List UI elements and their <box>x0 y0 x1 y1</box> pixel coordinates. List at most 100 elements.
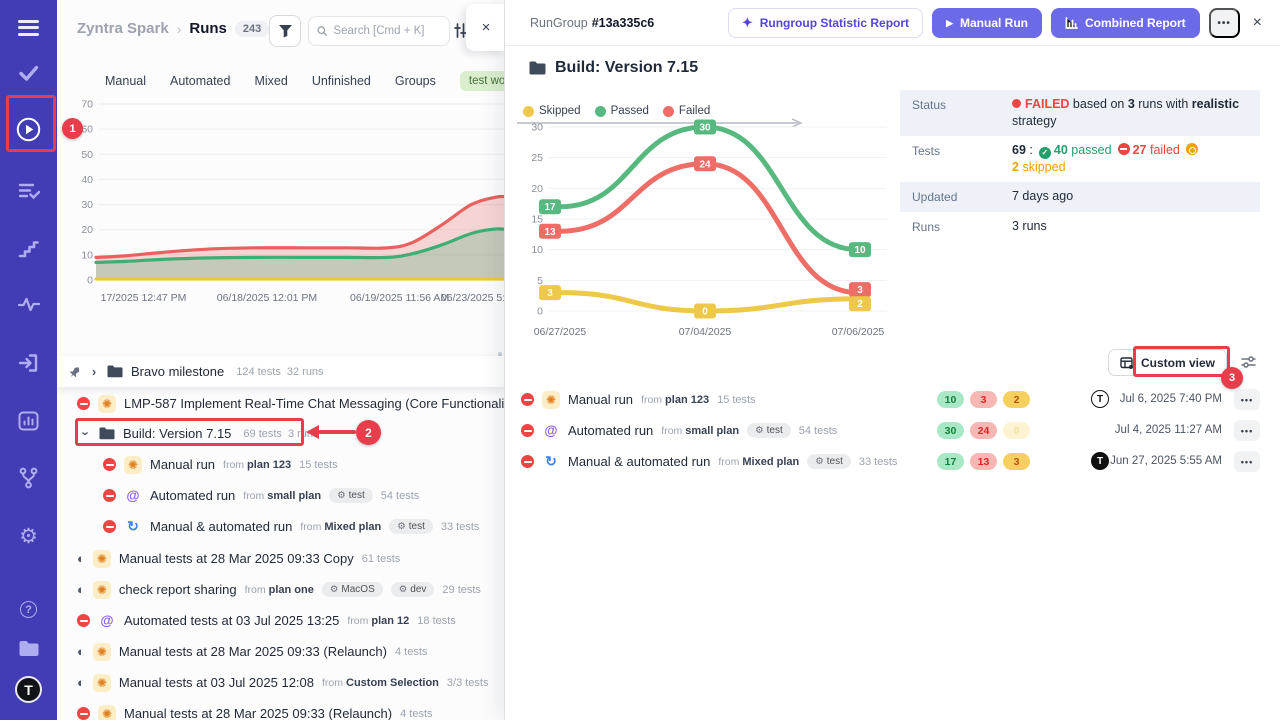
branch-icon[interactable] <box>0 467 57 489</box>
mixed-run-icon: ↻ <box>542 453 560 471</box>
close-panel-button[interactable]: × <box>466 4 505 51</box>
run-row[interactable]: ✺ Manual run fromplan 123 15 tests <box>57 452 505 477</box>
assignee-avatar[interactable]: T <box>1091 452 1109 470</box>
breadcrumb-page[interactable]: Runs <box>189 20 227 37</box>
run-name: check report sharing <box>119 582 237 597</box>
run-tests-count: 33 tests <box>859 456 898 468</box>
run-from: fromsmall plan <box>243 490 321 502</box>
run-from: fromplan 123 <box>223 459 291 471</box>
svg-text:25: 25 <box>531 152 543 164</box>
steps-icon[interactable] <box>0 239 57 258</box>
legend-item-passed[interactable]: Passed <box>595 105 649 117</box>
manual-run-icon: ✺ <box>124 456 142 474</box>
breadcrumb-separator: › <box>177 21 182 37</box>
failed-badge: 3 <box>970 391 997 408</box>
bar-chart-icon[interactable] <box>0 411 57 431</box>
folder-icon <box>529 61 546 75</box>
rungroup-results-chart: 0510152025301730101324330206/27/202507/0… <box>515 114 895 346</box>
gear-icon: ⚙ <box>330 584 339 595</box>
user-avatar[interactable]: T <box>0 676 57 703</box>
breadcrumb-project[interactable]: Zyntra Spark <box>77 20 169 37</box>
group-row-bravo-milestone[interactable]: › Bravo milestone 124 tests 32 runs <box>57 356 505 387</box>
skipped-dot-icon <box>523 106 534 117</box>
annotation-box-3 <box>1133 346 1230 377</box>
group-tests-count: 124 tests <box>236 366 281 378</box>
funnel-icon <box>278 24 293 38</box>
run-row[interactable]: ↻ Manual & automated run fromMixed plan … <box>505 448 1280 475</box>
gear-icon: ⚙ <box>397 521 406 532</box>
partial-status-icon: ◐ <box>77 583 85 596</box>
legend-item-skipped[interactable]: Skipped <box>523 105 581 117</box>
run-tests-count: 4 tests <box>395 646 427 658</box>
run-name: Manual tests at 28 Mar 2025 09:33 (Relau… <box>119 644 387 659</box>
row-more-button[interactable]: ••• <box>1234 420 1260 441</box>
more-actions-button[interactable]: ••• <box>1209 8 1240 38</box>
runs-value: 3 runs <box>1012 218 1047 236</box>
row-more-button[interactable]: ••• <box>1234 389 1260 410</box>
failed-status-icon <box>77 707 90 720</box>
legend-item-failed[interactable]: Failed <box>663 105 710 117</box>
run-row[interactable]: ◐ ✺ Manual tests at 28 Mar 2025 09:33 (R… <box>57 639 505 664</box>
skipped-badge: 3 <box>1003 453 1030 470</box>
failed-dot-icon <box>1012 99 1021 108</box>
skipped-badge: 2 <box>1003 391 1030 408</box>
search-box[interactable] <box>308 16 450 46</box>
svg-text:30: 30 <box>531 122 543 134</box>
svg-text:06/18/2025 12:01 PM: 06/18/2025 12:01 PM <box>217 292 317 304</box>
projects-folder-icon[interactable] <box>0 640 57 657</box>
manual-run-icon: ✺ <box>93 643 111 661</box>
rungroup-title: Build: Version 7.15 <box>529 59 698 77</box>
gear-icon: ⚙ <box>399 584 408 595</box>
filter-button[interactable] <box>269 15 301 47</box>
statistic-report-button[interactable]: ✦ Rungroup Statistic Report <box>728 8 923 38</box>
run-row[interactable]: ✺ Manual tests at 28 Mar 2025 09:33 (Rel… <box>57 701 505 720</box>
run-row[interactable]: ◐ ✺ Manual tests at 28 Mar 2025 09:33 Co… <box>57 546 505 571</box>
tab-automated[interactable]: Automated <box>170 74 230 88</box>
combined-report-button[interactable]: Combined Report <box>1051 8 1200 38</box>
result-badges: 17 13 3 <box>937 453 1030 470</box>
close-detail-button[interactable]: × <box>1249 14 1266 32</box>
manual-run-button[interactable]: ▶ Manual Run <box>932 8 1042 38</box>
runs-filter-tabs: Manual Automated Mixed Unfinished Groups… <box>81 71 505 91</box>
svg-text:17: 17 <box>544 202 556 213</box>
failed-status-icon <box>77 397 90 410</box>
row-more-button[interactable]: ••• <box>1234 451 1260 472</box>
list-check-icon[interactable] <box>0 182 57 200</box>
sign-in-icon[interactable] <box>0 353 57 373</box>
assignee-avatar[interactable]: T <box>1091 390 1109 408</box>
svg-text:5: 5 <box>537 275 543 287</box>
row-settings-icon[interactable] <box>1241 355 1256 374</box>
run-row[interactable]: @ Automated tests at 03 Jul 2025 13:25 f… <box>57 608 505 633</box>
svg-text:07/04/2025: 07/04/2025 <box>679 326 732 338</box>
svg-text:2: 2 <box>857 299 863 310</box>
check-icon[interactable] <box>0 64 57 82</box>
tab-groups[interactable]: Groups <box>395 74 436 88</box>
run-row[interactable]: @ Automated run fromsmall plan ⚙test 54 … <box>505 417 1280 444</box>
run-row[interactable]: ◐ ✺ check report sharing fromplan one ⚙M… <box>57 577 505 602</box>
run-row[interactable]: ↻ Manual & automated run fromMixed plan … <box>57 514 505 539</box>
tab-chip-test-work[interactable]: test work <box>460 71 505 91</box>
menu-icon[interactable] <box>0 16 57 39</box>
group-runs-count: 32 runs <box>287 366 324 378</box>
svg-text:07/06/2025: 07/06/2025 <box>832 326 885 338</box>
chart-legend: Skipped Passed Failed <box>523 99 823 123</box>
run-row[interactable]: ✺ LMP-587 Implement Real-Time Chat Messa… <box>57 391 505 416</box>
gear-icon: ⚙ <box>755 425 764 436</box>
tab-mixed[interactable]: Mixed <box>254 74 287 88</box>
tab-manual[interactable]: Manual <box>105 74 146 88</box>
run-row[interactable]: @ Automated run fromsmall plan ⚙test 54 … <box>57 483 505 508</box>
tab-unfinished[interactable]: Unfinished <box>312 74 371 88</box>
search-input[interactable] <box>333 25 441 37</box>
run-row[interactable]: ✺ Manual run fromplan 123 15 tests 10 3 … <box>505 386 1280 413</box>
passed-badge: 17 <box>937 453 964 470</box>
partial-status-icon: ◐ <box>77 645 85 658</box>
run-row[interactable]: ◐ ✺ Manual tests at 03 Jul 2025 12:08 fr… <box>57 670 505 695</box>
run-date: Jul 4, 2025 11:27 AM <box>1115 424 1222 436</box>
updated-value: 7 days ago <box>1012 188 1073 206</box>
help-icon[interactable]: ? <box>0 601 57 618</box>
manual-run-icon: ✺ <box>93 550 111 568</box>
updated-row: Updated 7 days ago <box>900 182 1260 212</box>
chevron-right-icon[interactable]: › <box>89 364 99 379</box>
settings-gear-icon[interactable]: ⚙ <box>0 524 57 549</box>
activity-icon[interactable] <box>0 297 57 312</box>
